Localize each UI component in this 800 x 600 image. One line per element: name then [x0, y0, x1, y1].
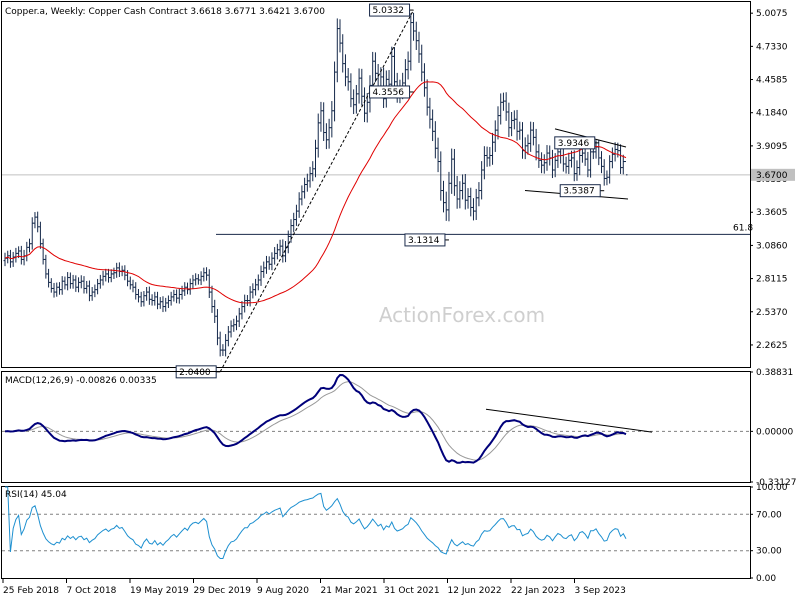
- copper-weekly-chart: ActionForex.com 5.0075 4.7330 4.4585 4.1840…: [0, 0, 800, 600]
- time-tick-label: 21 Mar 2021: [321, 586, 378, 596]
- price-tick-label: 2.2625: [756, 341, 788, 351]
- annotation-label: 3.1314: [408, 236, 440, 246]
- annotation-label: 3.5387: [563, 187, 595, 197]
- annotation-label: 4.3556: [373, 88, 405, 98]
- rsi-title: RSI(14) 45.04: [5, 490, 67, 500]
- price-tick-label: 2.5370: [756, 308, 788, 318]
- price-tick-label: 2.8115: [756, 275, 788, 285]
- time-tick-label: 9 Aug 2020: [257, 586, 309, 596]
- macd-tick-label: 0.00000: [756, 427, 793, 437]
- time-tick-label: 19 May 2019: [130, 586, 189, 596]
- time-tick-label: 3 Sep 2023: [575, 586, 626, 596]
- time-tick-label: 31 Oct 2021: [384, 586, 440, 596]
- price-tick-label: 3.0860: [756, 241, 788, 251]
- macd-tick-label: 0.38831: [756, 368, 793, 378]
- rsi-tick-label: 30.00: [756, 547, 782, 557]
- macd-title: MACD(12,26,9) -0.00826 0.00335: [5, 376, 157, 386]
- price-tick-label: 3.3605: [756, 208, 788, 218]
- fib-61-8-label: 61.8: [733, 223, 753, 233]
- annotation-label: 2.0400: [179, 368, 211, 378]
- rsi-tick-label: 0.00: [756, 574, 776, 584]
- price-tick-label: 3.9095: [756, 142, 788, 152]
- current-price-label: 3.6700: [756, 171, 788, 181]
- price-tick-label: 4.7330: [756, 42, 788, 52]
- time-tick-label: 12 Jun 2022: [448, 586, 502, 596]
- price-tick-label: 4.1840: [756, 109, 788, 119]
- rsi-tick-label: 70.00: [756, 510, 782, 520]
- time-tick-label: 7 Oct 2018: [67, 586, 117, 596]
- price-tick-label: 4.4585: [756, 76, 788, 86]
- annotation-label: 5.0332: [373, 6, 405, 16]
- watermark: ActionForex.com: [379, 303, 545, 327]
- time-tick-label: 22 Jan 2023: [511, 586, 565, 596]
- rsi-tick-label: 100.00: [756, 483, 788, 493]
- price-tick-label: 5.0075: [756, 9, 788, 19]
- time-tick-label: 29 Dec 2019: [194, 586, 252, 596]
- annotation-label: 3.9346: [558, 139, 590, 149]
- time-tick-label: 25 Feb 2018: [3, 586, 59, 596]
- price-title: Copper.a, Weekly: Copper Cash Contract 3…: [5, 7, 325, 17]
